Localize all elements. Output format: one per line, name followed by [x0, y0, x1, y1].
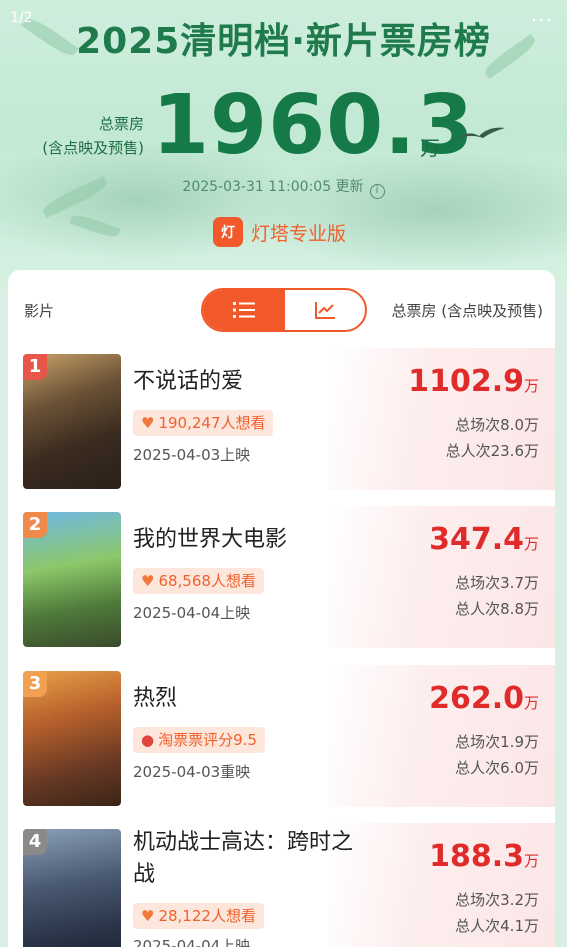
movie-title[interactable]: 机动战士高达：跨时之战 — [133, 827, 363, 891]
release-date: 2025-04-03重映 — [133, 763, 251, 781]
list-item[interactable]: 3 热烈 ● 淘票票评分9.5 2025-04-03重映 262.0万 总场次1.… — [8, 661, 555, 811]
movie-poster[interactable]: 3 — [23, 671, 121, 806]
release-date: 2025-04-03上映 — [133, 446, 251, 464]
movie-title[interactable]: 热烈 — [133, 683, 373, 715]
badge-text: 190,247人想看 — [158, 414, 266, 432]
taopiaopiao-icon: ● — [141, 731, 155, 749]
movie-poster[interactable]: 1 — [23, 354, 121, 489]
total-label-sub: (含点映及预售) — [42, 139, 144, 157]
want-to-watch-badge: ♥ 190,247人想看 — [133, 410, 274, 436]
box-office: 347.4万 — [429, 522, 539, 557]
admissions: 总人次8.8万 — [455, 600, 539, 618]
list-item[interactable]: 4 机动战士高达：跨时之战 ♥ 28,122人想看 2025-04-04上映 18… — [8, 819, 555, 947]
want-to-watch-badge: ♥ 68,568人想看 — [133, 568, 264, 594]
rank-badge: 1 — [23, 354, 47, 380]
admissions: 总人次6.0万 — [455, 759, 539, 777]
box-office-unit: 万 — [523, 535, 539, 553]
screenings: 总场次3.2万 — [455, 891, 539, 909]
page-title: 2025清明档·新片票房榜 — [76, 21, 491, 62]
rank-badge: 3 — [23, 671, 47, 697]
total-unit: 万 — [420, 136, 440, 160]
rank-badge: 2 — [23, 512, 47, 538]
box-office-value: 262.0 — [429, 681, 524, 716]
release-date: 2025-04-04上映 — [133, 937, 251, 947]
bird-icon — [457, 127, 505, 138]
brand: 灯 灯塔专业版 — [213, 216, 346, 248]
view-toggle[interactable] — [201, 288, 367, 332]
movie-poster[interactable]: 4 — [23, 829, 121, 947]
box-office-value: 347.4 — [429, 522, 524, 557]
heart-icon: ♥ — [141, 414, 155, 432]
box-office-unit: 万 — [523, 377, 539, 395]
movie-title[interactable]: 不说话的爱 — [133, 366, 373, 398]
list-item[interactable]: 1 不说话的爱 ♥ 190,247人想看 2025-04-03上映 1102.9万… — [8, 344, 555, 494]
heart-icon: ♥ — [141, 572, 155, 590]
admissions: 总人次23.6万 — [445, 442, 539, 460]
trend-view-button[interactable] — [285, 290, 365, 330]
rank-badge: 4 — [23, 829, 47, 855]
trend-chart-icon — [315, 302, 335, 319]
box-office: 188.3万 — [429, 839, 539, 874]
movie-title[interactable]: 我的世界大电影 — [133, 524, 373, 556]
list-icon — [233, 302, 255, 318]
movie-poster[interactable]: 2 — [23, 512, 121, 647]
brand-name: 灯塔专业版 — [251, 222, 347, 245]
rating-badge: ● 淘票票评分9.5 — [133, 727, 265, 753]
update-time: 2025-03-31 11:00:05 更新 i — [0, 176, 567, 199]
admissions: 总人次4.1万 — [455, 917, 539, 935]
screenings: 总场次8.0万 — [455, 416, 539, 434]
badge-text: 淘票票评分9.5 — [158, 731, 257, 749]
update-time-text: 2025-03-31 11:00:05 更新 — [182, 179, 364, 195]
want-to-watch-badge: ♥ 28,122人想看 — [133, 903, 264, 929]
column-movie: 影片 — [24, 302, 55, 320]
total-label: 总票房 (含点映及预售) — [40, 112, 144, 160]
dengta-logo-icon: 灯 — [213, 217, 243, 247]
badge-text: 28,122人想看 — [158, 907, 256, 925]
release-date: 2025-04-04上映 — [133, 604, 251, 622]
total-label-main: 总票房 — [98, 115, 144, 133]
screenings: 总场次1.9万 — [455, 733, 539, 751]
screenings: 总场次3.7万 — [455, 574, 539, 592]
heart-icon: ♥ — [141, 907, 155, 925]
ranking-card: 影片 总票房 (含点映及预售) 1 不说话的爱 ♥ 190,247人想看 2025… — [8, 270, 555, 947]
box-office: 262.0万 — [429, 681, 539, 716]
badge-text: 68,568人想看 — [158, 572, 256, 590]
column-total-box-office: 总票房 (含点映及预售) — [391, 302, 543, 320]
box-office-value: 1102.9 — [408, 364, 524, 399]
info-icon[interactable]: i — [369, 184, 385, 199]
list-view-button[interactable] — [203, 290, 285, 330]
list-item[interactable]: 2 我的世界大电影 ♥ 68,568人想看 2025-04-04上映 347.4万… — [8, 502, 555, 652]
box-office-unit: 万 — [523, 852, 539, 870]
box-office-value: 188.3 — [429, 839, 524, 874]
hero-banner: 1/2 ··· 2025清明档·新片票房榜 总票房 (含点映及预售) 1960.… — [0, 0, 567, 290]
box-office-unit: 万 — [523, 694, 539, 712]
box-office: 1102.9万 — [408, 364, 539, 399]
